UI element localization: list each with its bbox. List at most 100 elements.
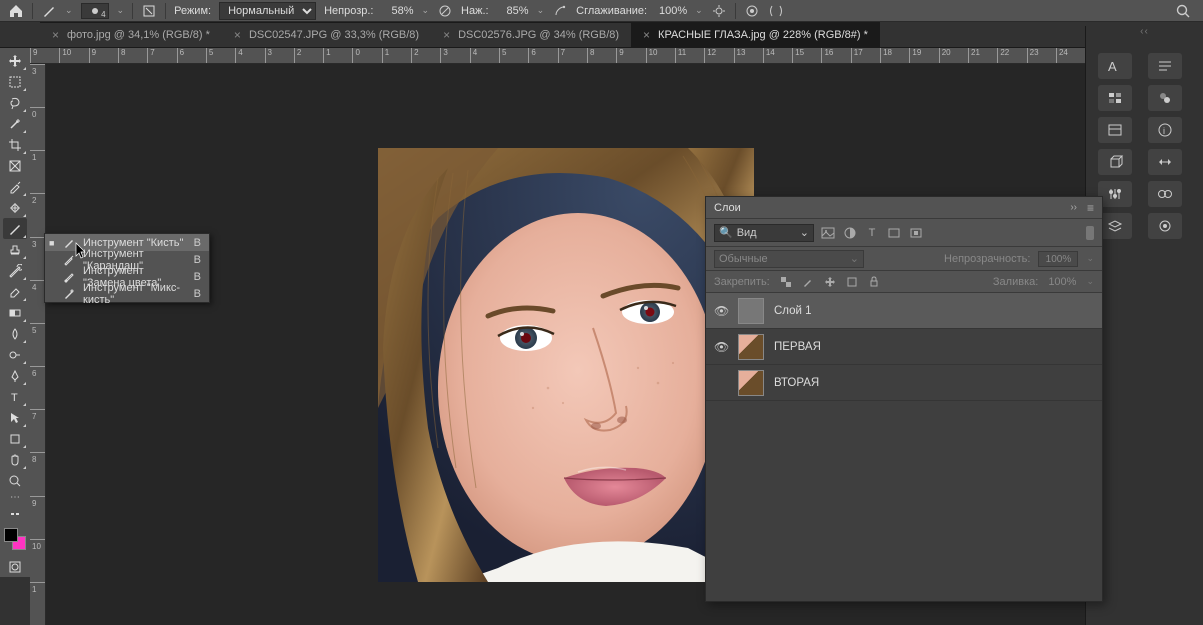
libraries-panel-icon[interactable] xyxy=(1098,117,1132,143)
close-icon[interactable]: × xyxy=(443,28,450,42)
visibility-icon[interactable]: 👁 xyxy=(714,340,728,354)
tab-dsc02547[interactable]: ×DSC02547.JPG @ 33,3% (RGB/8) xyxy=(222,22,431,48)
search-icon[interactable] xyxy=(1175,3,1191,19)
character-panel-icon[interactable]: A xyxy=(1098,53,1132,79)
eraser-tool[interactable] xyxy=(3,281,27,302)
smoothing-label: Сглаживание: xyxy=(576,5,647,17)
toolbox: T ⋯ xyxy=(0,48,30,577)
paragraph-panel-icon[interactable] xyxy=(1148,53,1182,79)
vertical-ruler: 30123456789101 xyxy=(30,64,46,625)
layer-thumbnail[interactable] xyxy=(738,334,764,360)
marquee-tool[interactable] xyxy=(3,71,27,92)
filter-type-icon[interactable]: T xyxy=(864,225,880,241)
lasso-tool[interactable] xyxy=(3,92,27,113)
svg-text:i: i xyxy=(1163,126,1165,136)
horizontal-ruler: 9109876543210123456789101112131415161718… xyxy=(30,48,1085,64)
zoom-tool[interactable] xyxy=(3,470,27,491)
close-icon[interactable]: × xyxy=(643,28,650,42)
airbrush-icon[interactable] xyxy=(552,3,568,19)
svg-text:T: T xyxy=(11,392,18,404)
brush-preview[interactable]: 4 xyxy=(81,3,109,19)
close-icon[interactable]: × xyxy=(234,28,241,42)
collapse-indicator[interactable]: ‹‹ xyxy=(1086,26,1203,43)
layer-thumbnail[interactable] xyxy=(738,298,764,324)
adjustments-panel-icon[interactable] xyxy=(1098,181,1132,207)
lock-artboard-icon[interactable] xyxy=(846,276,858,288)
blend-mode-select[interactable]: Обычные⌄ xyxy=(714,250,864,268)
tab-photo[interactable]: ×фото.jpg @ 34,1% (RGB/8) * xyxy=(40,22,222,48)
type-tool[interactable]: T xyxy=(3,386,27,407)
eyedropper-tool[interactable] xyxy=(3,176,27,197)
swatches-panel-icon[interactable] xyxy=(1098,85,1132,111)
lock-transparency-icon[interactable] xyxy=(780,276,792,288)
opacity-pressure-icon[interactable] xyxy=(437,3,453,19)
symmetry-icon[interactable] xyxy=(768,3,784,19)
filter-adjustment-icon[interactable] xyxy=(842,225,858,241)
filter-shape-icon[interactable] xyxy=(886,225,902,241)
collapse-icon[interactable]: ›› xyxy=(1070,202,1077,213)
pen-tool[interactable] xyxy=(3,365,27,386)
fill-value[interactable]: 100% xyxy=(1048,276,1076,288)
layers-panel: Слои ›› ≡ 🔍Вид⌄ T Обычные⌄ Непрозрачност… xyxy=(705,196,1103,602)
home-icon[interactable] xyxy=(8,3,24,19)
magic-wand-tool[interactable] xyxy=(3,113,27,134)
panel-menu-icon[interactable]: ≡ xyxy=(1087,201,1094,215)
close-icon[interactable]: × xyxy=(52,28,59,42)
layer-list: 👁 Слой 1 👁 ПЕРВАЯ ВТОРАЯ xyxy=(706,293,1102,601)
color-panel-icon[interactable] xyxy=(1148,85,1182,111)
3d-panel-icon[interactable] xyxy=(1098,149,1132,175)
flow-value[interactable]: 85% xyxy=(497,5,529,17)
brush-tool-icon xyxy=(41,3,57,19)
document-tabs: ×фото.jpg @ 34,1% (RGB/8) * ×DSC02547.JP… xyxy=(0,22,1203,48)
channels-panel-icon[interactable] xyxy=(1148,213,1182,239)
fill-label: Заливка: xyxy=(993,276,1038,288)
blur-tool[interactable] xyxy=(3,323,27,344)
properties-panel-icon[interactable] xyxy=(1148,149,1182,175)
gradient-tool[interactable] xyxy=(3,302,27,323)
history-brush-tool[interactable] xyxy=(3,260,27,281)
flyout-mixer-brush[interactable]: Инструмент "Микс-кисть"B xyxy=(45,285,209,302)
lock-image-icon[interactable] xyxy=(802,276,814,288)
filter-image-icon[interactable] xyxy=(820,225,836,241)
layer-row[interactable]: 👁 Слой 1 xyxy=(706,293,1102,329)
lock-position-icon[interactable] xyxy=(824,276,836,288)
layer-thumbnail[interactable] xyxy=(738,370,764,396)
color-swatches[interactable] xyxy=(4,528,26,550)
layers-panel-title: Слои xyxy=(714,202,741,214)
layers-panel-icon[interactable] xyxy=(1098,213,1132,239)
opacity-value[interactable]: 58% xyxy=(381,5,413,17)
brush-preset-chevron[interactable]: ⌄ xyxy=(65,5,73,16)
styles-panel-icon[interactable] xyxy=(1148,181,1182,207)
smoothing-gear-icon[interactable] xyxy=(711,3,727,19)
edit-toolbar-icon[interactable] xyxy=(3,503,27,524)
brush-panel-icon[interactable] xyxy=(141,3,157,19)
tab-dsc02576[interactable]: ×DSC02576.JPG @ 34% (RGB/8) xyxy=(431,22,631,48)
path-selection-tool[interactable] xyxy=(3,407,27,428)
layer-filter-select[interactable]: 🔍Вид⌄ xyxy=(714,224,814,242)
toolbox-more-icon[interactable]: ⋯ xyxy=(3,491,27,503)
dodge-tool[interactable] xyxy=(3,344,27,365)
crop-tool[interactable] xyxy=(3,134,27,155)
smoothing-value[interactable]: 100% xyxy=(655,5,687,17)
healing-tool[interactable] xyxy=(3,197,27,218)
quick-mask-icon[interactable] xyxy=(3,556,27,577)
brush-tool[interactable] xyxy=(3,218,27,239)
stamp-tool[interactable] xyxy=(3,239,27,260)
layer-row[interactable]: 👁 ПЕРВАЯ xyxy=(706,329,1102,365)
layer-opacity-value[interactable]: 100% xyxy=(1038,251,1078,267)
visibility-icon[interactable]: 👁 xyxy=(714,304,728,318)
hand-tool[interactable] xyxy=(3,449,27,470)
blend-mode-select[interactable]: Нормальный xyxy=(219,2,316,20)
size-pressure-icon[interactable] xyxy=(744,3,760,19)
options-bar: ⌄ 4 ⌄ Режим: Нормальный Непрозр.: 58% ⌄ … xyxy=(0,0,1203,22)
frame-tool[interactable] xyxy=(3,155,27,176)
info-panel-icon[interactable]: i xyxy=(1148,117,1182,143)
foreground-color-swatch[interactable] xyxy=(4,528,18,542)
tab-red-eyes[interactable]: ×КРАСНЫЕ ГЛАЗА.jpg @ 228% (RGB/8#) * xyxy=(631,22,880,48)
shape-tool[interactable] xyxy=(3,428,27,449)
move-tool[interactable] xyxy=(3,50,27,71)
filter-smart-icon[interactable] xyxy=(908,225,924,241)
filter-toggle[interactable] xyxy=(1086,226,1094,240)
lock-all-icon[interactable] xyxy=(868,276,880,288)
layer-row[interactable]: ВТОРАЯ xyxy=(706,365,1102,401)
